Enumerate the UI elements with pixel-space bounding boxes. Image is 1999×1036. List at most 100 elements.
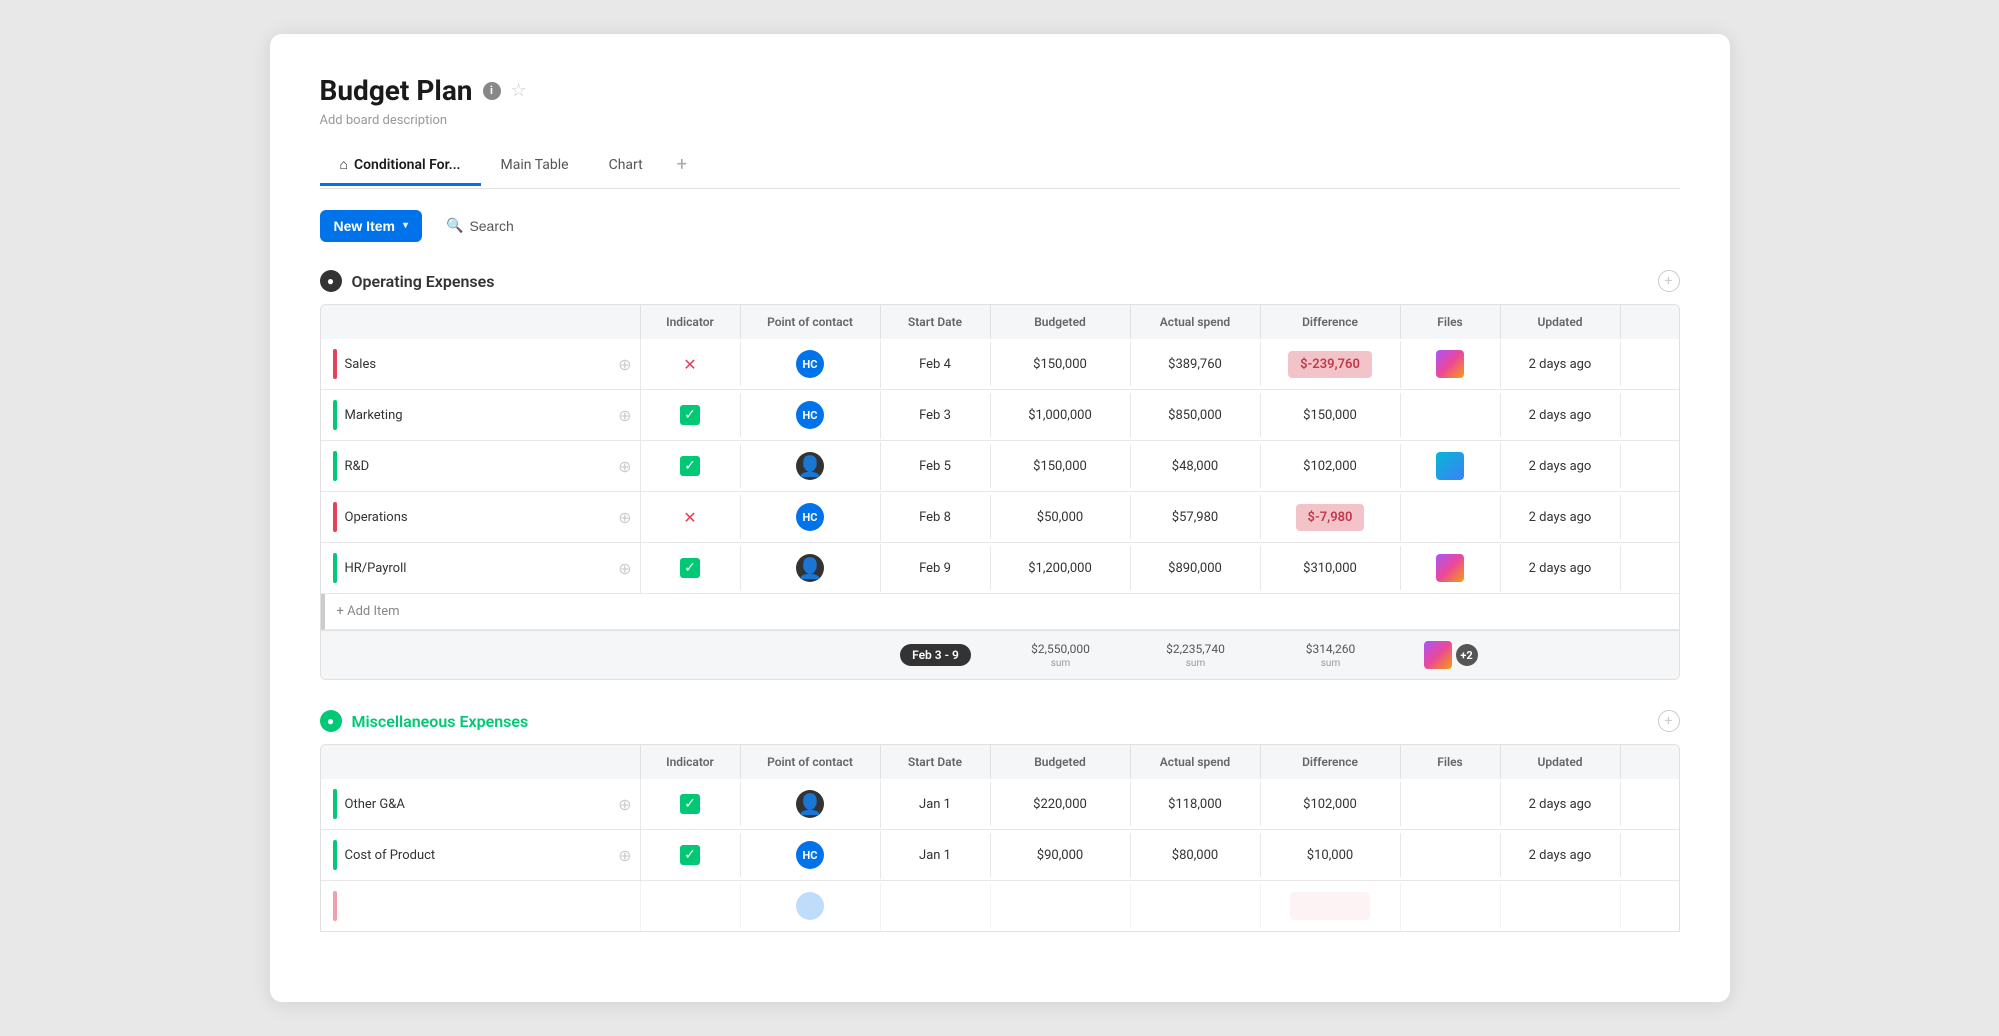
row-sales-indicator[interactable]: ✕ — [641, 342, 741, 386]
check-icon: ✓ — [680, 845, 700, 865]
toolbar: New Item ▾ 🔍 Search — [320, 209, 1680, 242]
table-row: HR/Payroll ⊕ ✓ 👤 Feb 9 $1,200,000 $890,0… — [321, 543, 1679, 594]
row-rd-files[interactable] — [1401, 442, 1501, 490]
summary-name — [321, 645, 641, 665]
row-sales-name[interactable]: Sales ⊕ — [321, 339, 641, 389]
row-operations-files[interactable] — [1401, 495, 1501, 539]
miscellaneous-expenses-collapse-icon[interactable]: ● — [320, 710, 342, 732]
board-title-row: Budget Plan i ☆ — [320, 74, 1680, 107]
row-operations-difference: $-7,980 — [1261, 494, 1401, 541]
new-item-label: New Item — [334, 218, 395, 234]
star-icon[interactable]: ☆ — [511, 80, 527, 101]
row-cost-product-contact[interactable]: HC — [741, 831, 881, 879]
col-indicator: Indicator — [641, 305, 741, 339]
row-cost-product-files[interactable] — [1401, 833, 1501, 877]
row-cost-product-indicator[interactable]: ✓ — [641, 833, 741, 877]
row-add-icon[interactable]: ⊕ — [618, 457, 631, 476]
row-add-icon[interactable]: ⊕ — [618, 508, 631, 527]
row-operations-action — [1621, 495, 1661, 539]
row-other-ga-name[interactable]: Other G&A ⊕ — [321, 779, 641, 829]
misc-col-name — [321, 745, 641, 779]
row-add-icon[interactable]: ⊕ — [618, 406, 631, 425]
row-cost-product-name[interactable]: Cost of Product ⊕ — [321, 830, 641, 880]
row-rd-action — [1621, 444, 1661, 488]
tab-add-button[interactable]: + — [663, 144, 701, 188]
row-other-ga-files[interactable] — [1401, 782, 1501, 826]
row-partial-name[interactable] — [321, 881, 641, 931]
row-sales-files[interactable] — [1401, 340, 1501, 388]
search-button[interactable]: 🔍 Search — [434, 209, 526, 242]
col-actual: Actual spend — [1131, 305, 1261, 339]
avatar: 👤 — [796, 790, 824, 818]
row-marketing-name[interactable]: Marketing ⊕ — [321, 390, 641, 440]
row-sales-difference: $-239,760 — [1261, 341, 1401, 388]
file-thumbnail — [1436, 452, 1464, 480]
diff-negative-badge: $-239,760 — [1288, 351, 1372, 378]
operating-expenses-add-icon[interactable]: + — [1658, 270, 1680, 292]
row-hrpayroll-indicator[interactable]: ✓ — [641, 546, 741, 590]
row-marketing-indicator[interactable]: ✓ — [641, 393, 741, 437]
row-operations-contact[interactable]: HC — [741, 493, 881, 541]
row-hrpayroll-date: Feb 9 — [881, 546, 991, 590]
row-sales-updated: 2 days ago — [1501, 342, 1621, 386]
summary-budgeted: $2,550,000 sum — [991, 632, 1131, 679]
row-other-ga-indicator[interactable]: ✓ — [641, 782, 741, 826]
row-sales-budgeted: $150,000 — [991, 342, 1131, 386]
board-description[interactable]: Add board description — [320, 113, 1680, 128]
new-item-button[interactable]: New Item ▾ — [320, 210, 423, 242]
misc-col-files: Files — [1401, 745, 1501, 779]
row-other-ga-difference: $102,000 — [1261, 782, 1401, 826]
row-add-icon[interactable]: ⊕ — [618, 355, 631, 374]
diff-value: $150,000 — [1303, 408, 1357, 423]
file-thumbnail — [1436, 554, 1464, 582]
row-partial-difference — [1261, 882, 1401, 930]
avatar: HC — [796, 841, 824, 869]
row-rd-contact[interactable]: 👤 — [741, 442, 881, 490]
table-row — [321, 881, 1679, 931]
row-color-bar — [333, 840, 337, 870]
tab-main-table-label: Main Table — [501, 157, 569, 173]
diff-value: $102,000 — [1303, 459, 1357, 474]
operating-expenses-collapse-icon[interactable]: ● — [320, 270, 342, 292]
add-item-label: + Add Item — [337, 604, 400, 619]
row-sales-contact[interactable]: HC — [741, 340, 881, 388]
tab-chart[interactable]: Chart — [589, 147, 663, 186]
info-icon[interactable]: i — [483, 82, 501, 100]
summary-difference: $314,260 sum — [1261, 632, 1401, 679]
row-rd-difference: $102,000 — [1261, 444, 1401, 488]
miscellaneous-expenses-section: ● Miscellaneous Expenses + Indicator Poi… — [320, 710, 1680, 932]
tab-main-table[interactable]: Main Table — [481, 147, 589, 186]
row-hrpayroll-contact[interactable]: 👤 — [741, 544, 881, 592]
row-partial-updated — [1501, 884, 1621, 928]
operating-expenses-summary: Feb 3 - 9 $2,550,000 sum $2,235,740 sum … — [320, 631, 1680, 680]
misc-col-actual: Actual spend — [1131, 745, 1261, 779]
row-rd-date: Feb 5 — [881, 444, 991, 488]
row-partial-actual — [1131, 884, 1261, 928]
row-sales-actual: $389,760 — [1131, 342, 1261, 386]
row-add-icon[interactable]: ⊕ — [618, 846, 631, 865]
row-partial-indicator — [641, 884, 741, 928]
row-hrpayroll-name[interactable]: HR/Payroll ⊕ — [321, 543, 641, 593]
row-marketing-contact[interactable]: HC — [741, 391, 881, 439]
row-rd-indicator[interactable]: ✓ — [641, 444, 741, 488]
row-other-ga-contact[interactable]: 👤 — [741, 780, 881, 828]
summary-updated — [1501, 645, 1621, 665]
misc-col-difference: Difference — [1261, 745, 1401, 779]
tab-conditional[interactable]: ⌂ Conditional For... — [320, 146, 481, 186]
row-marketing-files[interactable] — [1401, 393, 1501, 437]
row-color-bar — [333, 349, 337, 379]
row-operations-name[interactable]: Operations ⊕ — [321, 492, 641, 542]
sum-label: sum — [1186, 658, 1205, 669]
miscellaneous-expenses-add-icon[interactable]: + — [1658, 710, 1680, 732]
row-hrpayroll-actual: $890,000 — [1131, 546, 1261, 590]
file-thumbnail — [1436, 350, 1464, 378]
new-item-chevron-icon: ▾ — [403, 220, 408, 231]
add-item-row[interactable]: + Add Item — [321, 594, 1679, 630]
row-rd-name[interactable]: R&D ⊕ — [321, 441, 641, 491]
row-add-icon[interactable]: ⊕ — [618, 795, 631, 814]
row-hrpayroll-files[interactable] — [1401, 544, 1501, 592]
avatar: 👤 — [796, 554, 824, 582]
col-updated: Updated — [1501, 305, 1621, 339]
row-add-icon[interactable]: ⊕ — [618, 559, 631, 578]
row-operations-indicator[interactable]: ✕ — [641, 495, 741, 539]
